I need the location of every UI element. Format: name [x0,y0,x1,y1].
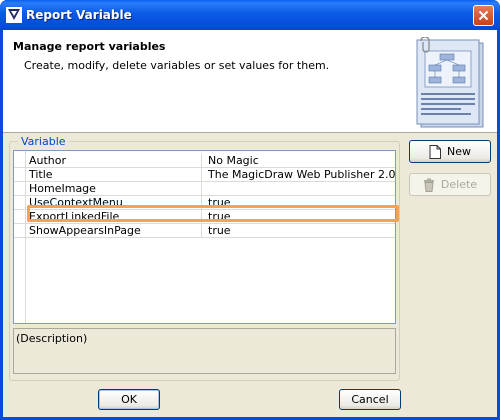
close-icon [478,10,489,21]
variable-value-cell[interactable]: The MagicDraw Web Publisher 2.0 [208,168,395,182]
description-area[interactable]: (Description) [13,328,396,374]
variable-name-cell[interactable]: HomeImage [29,182,202,196]
app-icon [6,7,22,23]
table-row[interactable]: Author No Magic [14,154,395,168]
window-title: Report Variable [26,8,132,22]
delete-button-label: Delete [440,178,478,191]
variable-name-cell[interactable]: ShowAppearsInPage [29,224,202,238]
dialog-header: Manage report variables Create, modify, … [3,30,497,133]
new-button[interactable]: New [409,140,491,163]
variable-value-cell[interactable]: No Magic [208,154,259,168]
trash-icon [423,178,434,192]
table-row[interactable]: ShowAppearsInPage true [14,224,395,238]
document-diagram-icon [413,36,489,134]
dialog-body: Manage report variables Create, modify, … [3,30,497,417]
description-placeholder: (Description) [16,332,88,345]
header-title: Manage report variables [13,40,166,53]
variable-name-cell[interactable]: Author [29,154,202,168]
variable-group: Variable Author No Magic Title The Magic… [9,135,400,381]
new-document-icon [429,144,441,159]
cancel-button[interactable]: Cancel [339,389,401,410]
row-highlight-frame [27,205,399,222]
close-button[interactable] [473,5,494,26]
table-row[interactable]: HomeImage [14,182,395,196]
variable-table[interactable]: Author No Magic Title The MagicDraw Web … [13,150,396,324]
dialog-window: Report Variable Manage report variables … [0,0,500,420]
title-bar[interactable]: Report Variable [0,0,500,30]
variable-value-cell[interactable]: true [208,224,231,238]
variable-group-label: Variable [18,135,69,148]
ok-button[interactable]: OK [98,389,160,410]
new-button-label: New [447,145,471,158]
ok-button-label: OK [121,393,137,406]
delete-button[interactable]: Delete [409,173,491,196]
cancel-button-label: Cancel [351,393,389,406]
table-row[interactable]: Title The MagicDraw Web Publisher 2.0 [14,168,395,182]
variable-name-cell[interactable]: Title [29,168,202,182]
header-subtitle: Create, modify, delete variables or set … [24,59,330,72]
